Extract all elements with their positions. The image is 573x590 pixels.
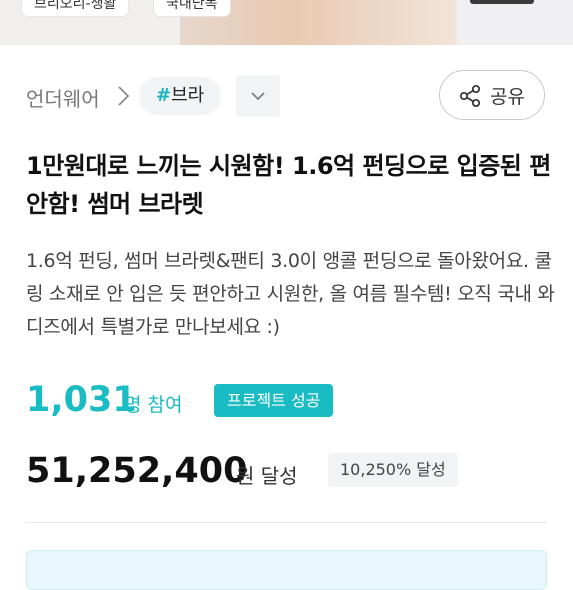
section-divider [26,522,547,523]
breadcrumb: 언더웨어 #브라 공유 [0,70,573,122]
image-thumbnail-edge [470,0,534,4]
funding-amount-unit: 원 달성 [236,464,298,488]
achievement-rate-badge: 10,250% 달성 [328,453,458,487]
participant-unit: 명 참여 [124,394,183,416]
category-tag-label: 브라 [171,85,205,106]
image-label-chip: 브리오리-생활 [22,0,129,16]
project-title: 1만원대로 느끼는 시원함! 1.6억 펀딩으로 입증된 편안함! 썸머 브라렛 [26,152,551,218]
product-photo [457,0,573,45]
participant-count: 1,031 [26,380,137,420]
status-badge: 프로젝트 성공 [214,384,334,417]
category-tag[interactable]: #브라 [139,77,222,115]
image-label-chip: 국내단독 [154,0,230,16]
share-button[interactable]: 공유 [439,70,545,120]
chevron-right-icon [114,83,134,109]
project-description: 1.6억 펀딩, 썸머 브라렛&팬티 3.0이 앵콜 펀딩으로 돌아왔어요. 쿨… [26,250,555,338]
breadcrumb-category[interactable]: 언더웨어 [26,83,100,112]
info-panel [26,550,547,590]
category-dropdown-button[interactable] [236,75,280,117]
hash-symbol: # [156,85,172,106]
chevron-down-icon [251,92,265,101]
product-image-strip: 브리오리-생활 국내단독 [0,0,573,45]
share-label: 공유 [490,86,525,108]
share-icon [459,84,481,108]
funding-amount: 51,252,400 [26,451,248,491]
